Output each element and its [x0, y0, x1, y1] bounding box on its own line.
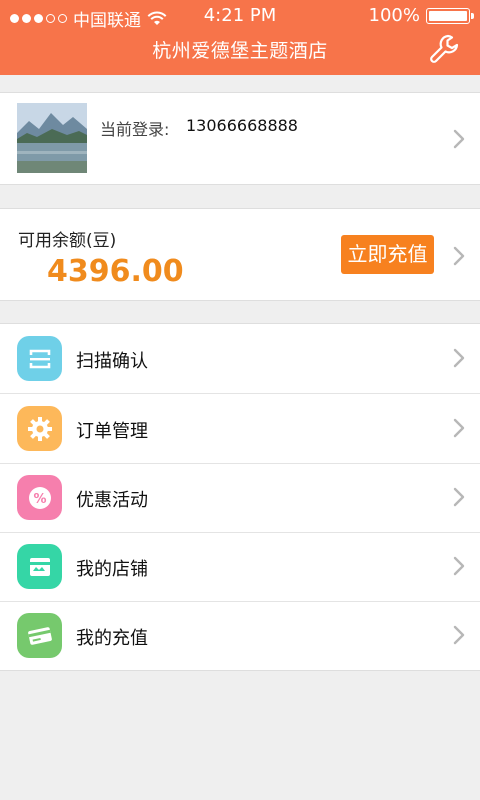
menu-item-promotions[interactable]: % 优惠活动: [0, 463, 480, 533]
login-label: 当前登录:: [100, 120, 170, 139]
menu-item-order-management[interactable]: 订单管理: [0, 394, 480, 464]
gear-icon: [17, 406, 62, 451]
wrench-icon: [430, 34, 459, 63]
login-phone: 13066668888: [186, 116, 298, 135]
menu-item-my-recharge[interactable]: 我的充值: [0, 601, 480, 670]
battery-percent: 100%: [368, 5, 420, 26]
discount-icon: %: [17, 475, 62, 520]
landscape-avatar-image: [17, 103, 87, 173]
chevron-right-icon: [453, 129, 465, 149]
scan-icon: [17, 336, 62, 381]
login-card[interactable]: 当前登录: 13066668888: [0, 92, 480, 185]
battery-icon: [426, 7, 474, 24]
menu-label: 优惠活动: [76, 490, 148, 511]
chevron-right-icon: [453, 556, 465, 576]
status-bar: 中国联通 4:21 PM 100%: [0, 0, 480, 32]
menu-list: 扫描确认 订单管理 % 优惠活动 我的店铺 我的充值: [0, 323, 480, 671]
chevron-right-icon: [453, 418, 465, 438]
avatar: [17, 103, 87, 173]
recharge-button[interactable]: 立即充值: [341, 235, 434, 274]
menu-item-my-shop[interactable]: 我的店铺: [0, 532, 480, 602]
chevron-right-icon: [453, 348, 465, 368]
balance-value: 4396.00: [47, 254, 184, 289]
menu-item-scan-confirm[interactable]: 扫描确认: [0, 324, 480, 394]
status-right: 100%: [368, 5, 474, 26]
menu-label: 我的店铺: [76, 559, 148, 580]
page-title: 杭州爱德堡主题酒店: [152, 40, 328, 62]
chevron-right-icon: [453, 246, 465, 266]
card-icon: [17, 613, 62, 658]
svg-text:%: %: [33, 492, 46, 507]
settings-button[interactable]: [428, 33, 460, 65]
menu-label: 订单管理: [76, 421, 148, 442]
chevron-right-icon: [453, 625, 465, 645]
menu-label: 扫描确认: [76, 351, 148, 372]
menu-label: 我的充值: [76, 628, 148, 649]
chevron-right-icon: [453, 487, 465, 507]
balance-label: 可用余额(豆): [18, 231, 117, 251]
header: 中国联通 4:21 PM 100% 杭州爱德堡主题酒店: [0, 0, 480, 75]
balance-card[interactable]: 可用余额(豆) 4396.00 立即充值: [0, 208, 480, 301]
shop-icon: [17, 544, 62, 589]
